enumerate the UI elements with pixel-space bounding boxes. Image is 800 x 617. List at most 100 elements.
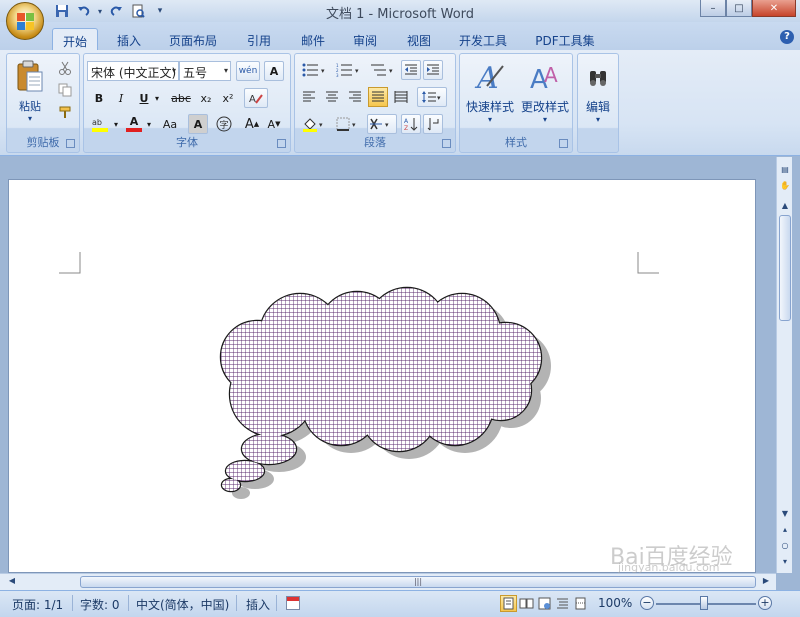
ruler-toggle-icon[interactable]: ▤	[777, 163, 793, 177]
tab-insert[interactable]: 插入	[108, 28, 150, 50]
zoom-in-button[interactable]: +	[758, 596, 772, 610]
scroll-right-icon[interactable]: ▶	[760, 576, 772, 588]
justify-icon[interactable]	[368, 87, 388, 107]
tab-developer[interactable]: 开发工具	[452, 28, 514, 50]
previous-page-icon[interactable]: ▴	[777, 523, 793, 537]
office-button[interactable]	[6, 2, 44, 40]
tab-references[interactable]: 引用	[238, 28, 280, 50]
tab-pdf-tools[interactable]: PDF工具集	[530, 28, 600, 50]
editing-button[interactable]: 编辑 ▾	[580, 56, 616, 136]
maximize-button[interactable]: □	[726, 0, 752, 17]
borders-icon[interactable]: ▾	[333, 114, 363, 134]
font-launcher-icon[interactable]	[277, 139, 286, 148]
editing-group: 编辑 ▾	[577, 53, 619, 153]
vertical-scroll-thumb[interactable]	[779, 215, 791, 321]
tab-mailings[interactable]: 邮件	[292, 28, 334, 50]
copy-icon[interactable]	[55, 80, 75, 100]
web-layout-icon[interactable]	[536, 595, 553, 612]
draft-view-icon[interactable]	[572, 595, 589, 612]
thought-bubble-shape[interactable]	[209, 280, 569, 500]
margin-corner-top-right	[637, 252, 659, 274]
close-button[interactable]: ✕	[752, 0, 796, 17]
font-size-select[interactable]: 五号 ▾	[179, 61, 231, 81]
shrink-font-label: A	[267, 117, 276, 131]
scroll-left-icon[interactable]: ◀	[6, 576, 18, 588]
zoom-slider-thumb[interactable]	[700, 596, 708, 610]
page-indicator[interactable]: 页面: 1/1	[12, 596, 63, 613]
next-page-icon[interactable]: ▾	[777, 555, 793, 569]
document-page[interactable]	[8, 179, 756, 573]
horizontal-scrollbar[interactable]: ◀ ||| ▶	[0, 573, 776, 590]
paragraph-launcher-icon[interactable]	[442, 139, 451, 148]
italic-button[interactable]: I	[111, 88, 131, 108]
character-shading-icon[interactable]: A	[188, 114, 208, 134]
clear-formatting-icon[interactable]: A	[244, 88, 268, 108]
highlight-dropdown-icon[interactable]: ▾	[111, 114, 121, 134]
select-browse-object-icon[interactable]: ○	[777, 539, 793, 553]
cut-icon[interactable]	[55, 58, 75, 78]
change-styles-button[interactable]: A A 更改样式 ▾	[518, 56, 572, 128]
svg-text:▾: ▾	[385, 121, 389, 129]
svg-text:▾: ▾	[319, 121, 323, 129]
tab-page-layout[interactable]: 页面布局	[162, 28, 224, 50]
quick-styles-button[interactable]: A 快速样式 ▾	[462, 56, 518, 128]
ribbon: 粘贴 ▾ 剪贴板 宋体 (中文正文) ▾ 五号 ▾ wén A B I U ▾ …	[0, 50, 800, 156]
print-layout-view-icon[interactable]	[500, 595, 517, 612]
tab-home[interactable]: 开始	[52, 28, 98, 50]
strikethrough-button[interactable]: abc	[168, 88, 194, 108]
enclose-characters-icon[interactable]: 字	[214, 114, 234, 134]
font-color-dropdown-icon[interactable]: ▾	[144, 114, 154, 134]
zoom-out-button[interactable]: −	[640, 596, 654, 610]
scroll-down-icon[interactable]: ▼	[777, 507, 793, 521]
change-case-button[interactable]: Aa	[158, 114, 182, 134]
decrease-indent-icon[interactable]	[401, 60, 421, 80]
format-painter-icon[interactable]	[55, 102, 75, 122]
binoculars-icon	[590, 71, 606, 86]
underline-button[interactable]: U	[134, 88, 154, 108]
pan-hand-icon[interactable]: ✋	[777, 179, 793, 193]
paste-button[interactable]: 粘贴 ▾	[13, 56, 47, 126]
help-icon[interactable]: ?	[780, 30, 794, 44]
align-right-icon[interactable]	[345, 87, 365, 107]
change-styles-icon: A A	[530, 63, 558, 92]
subscript-button[interactable]: x₂	[196, 88, 216, 108]
phonetic-guide-icon[interactable]: wén	[236, 61, 260, 81]
styles-launcher-icon[interactable]	[559, 139, 568, 148]
align-center-icon[interactable]	[322, 87, 342, 107]
minimize-button[interactable]: –	[700, 0, 726, 17]
word-count[interactable]: 字数: 0	[80, 596, 120, 613]
scroll-up-icon[interactable]: ▲	[777, 199, 793, 213]
highlight-icon[interactable]: ab	[89, 114, 111, 134]
tab-view[interactable]: 视图	[398, 28, 440, 50]
numbering-icon[interactable]: 1 2 3 ▾	[333, 60, 365, 80]
font-name-select[interactable]: 宋体 (中文正文) ▾	[87, 61, 179, 81]
vertical-scrollbar[interactable]: ▤ ✋ ▲ ▼ ▴ ○ ▾	[776, 157, 792, 573]
superscript-button[interactable]: x²	[218, 88, 238, 108]
multilevel-list-icon[interactable]: ▾	[367, 60, 399, 80]
outline-view-icon[interactable]	[554, 595, 571, 612]
character-border-icon[interactable]: A	[264, 61, 284, 81]
line-spacing-icon[interactable]: ▾	[417, 87, 447, 107]
increase-indent-icon[interactable]	[423, 60, 443, 80]
grow-font-button[interactable]: A ▲	[242, 114, 262, 134]
full-screen-reading-icon[interactable]	[518, 595, 535, 612]
bold-button[interactable]: B	[89, 88, 109, 108]
shrink-font-button[interactable]: A ▼	[264, 114, 284, 134]
zoom-level[interactable]: 100%	[598, 596, 632, 610]
chinese-layout-icon[interactable]: ▾	[367, 114, 397, 134]
show-marks-icon[interactable]	[423, 114, 443, 134]
underline-dropdown-icon[interactable]: ▾	[152, 88, 162, 108]
svg-text:▾: ▾	[437, 94, 441, 102]
font-color-button[interactable]: A	[124, 114, 144, 134]
sort-icon[interactable]: AZ	[401, 114, 421, 134]
clipboard-launcher-icon[interactable]	[66, 139, 75, 148]
shading-icon[interactable]: ▾	[299, 114, 329, 134]
macro-record-icon[interactable]	[286, 596, 300, 610]
bullets-icon[interactable]: ▾	[299, 60, 331, 80]
align-left-icon[interactable]	[299, 87, 319, 107]
tab-review[interactable]: 审阅	[344, 28, 386, 50]
distributed-icon[interactable]	[391, 87, 411, 107]
insert-mode-indicator[interactable]: 插入	[246, 596, 270, 613]
horizontal-scroll-thumb[interactable]: |||	[80, 576, 756, 588]
language-indicator[interactable]: 中文(简体，中国)	[136, 596, 229, 613]
